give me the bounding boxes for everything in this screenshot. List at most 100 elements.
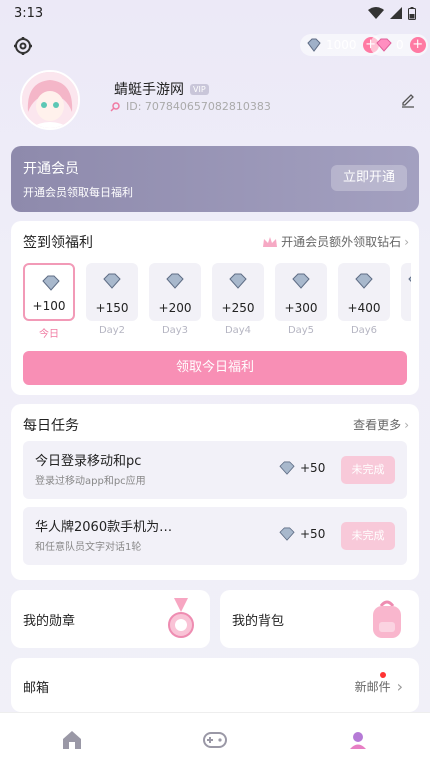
status-bar: 3:13 xyxy=(0,0,430,26)
chevron-right-icon: › xyxy=(404,234,409,249)
daily-tasks-card: 每日任务 查看更多 › 今日登录移动和pc 登录过移动app和pc应用 +50 … xyxy=(11,404,419,580)
user-id: ID: 707840657082810383 xyxy=(110,100,271,113)
vip-badge: VIP xyxy=(190,83,209,95)
medals-label: 我的勋章 xyxy=(23,614,76,629)
avatar-image xyxy=(22,72,78,128)
checkin-promo-text: 开通会员额外领取钻石 xyxy=(281,235,402,249)
bottom-tab-bar xyxy=(0,712,430,766)
checkin-day-1[interactable]: +100 今日 xyxy=(23,263,75,340)
tab-games[interactable] xyxy=(195,720,235,760)
add-gem-button[interactable]: + xyxy=(409,37,426,53)
task-title: 华人牌2060款手机为… xyxy=(35,520,173,535)
battery-icon xyxy=(408,6,416,20)
diamond-icon xyxy=(103,273,121,289)
diamond-balance[interactable]: 1000 + xyxy=(300,34,381,56)
checkin-day-label: Day4 xyxy=(224,325,252,336)
top-bar: 1000 + 0 + xyxy=(0,34,430,58)
diamond-icon xyxy=(292,273,310,289)
view-more-text: 查看更多 xyxy=(353,418,402,432)
checkin-day-label: Day3 xyxy=(161,325,189,336)
checkin-day-5[interactable]: +300 Day5 xyxy=(275,263,327,340)
wifi-icon xyxy=(368,7,384,19)
checkin-day-4[interactable]: +250 Day4 xyxy=(212,263,264,340)
user-id-text: ID: 707840657082810383 xyxy=(126,100,271,113)
profile-header: 蜻蜓手游网 VIP ID: 707840657082810383 xyxy=(20,70,420,132)
checkin-promo-link[interactable]: 开通会员额外领取钻石 › xyxy=(262,233,409,250)
checkin-day-label: Day6 xyxy=(350,325,378,336)
checkin-day-label: Day5 xyxy=(287,325,315,336)
task-subtitle: 登录过移动app和pc应用 xyxy=(35,476,146,487)
status-time: 3:13 xyxy=(14,5,44,21)
diamond-icon xyxy=(42,275,60,291)
task-subtitle: 和任意队员文字对话1轮 xyxy=(35,542,142,553)
view-more-link[interactable]: 查看更多 › xyxy=(353,416,409,433)
diamond-icon xyxy=(408,276,411,283)
medals-card[interactable]: 我的勋章 xyxy=(11,590,210,648)
task-title: 今日登录移动和pc xyxy=(35,454,142,469)
checkin-days: +100 今日 +150 Day2 +200 Day3 +250 Day4 +300 Da… xyxy=(23,263,411,340)
checkin-day-6[interactable]: +400 Day6 xyxy=(338,263,390,340)
edit-icon[interactable] xyxy=(400,92,416,108)
checkin-day-3[interactable]: +200 Day3 xyxy=(149,263,201,340)
task-reward-value: +50 xyxy=(300,461,326,475)
chevron-right-icon: › xyxy=(404,417,409,432)
backpack-label: 我的背包 xyxy=(232,614,285,629)
tasks-title: 每日任务 xyxy=(23,418,79,434)
checkin-day-2[interactable]: +150 Day2 xyxy=(86,263,138,340)
home-icon xyxy=(62,730,81,749)
mailbox-status-text: 新邮件 xyxy=(354,680,391,694)
diamond-icon xyxy=(279,461,295,475)
backpack-card[interactable]: 我的背包 xyxy=(220,590,419,648)
diamond-icon xyxy=(355,273,373,289)
pink-gem-icon xyxy=(376,38,392,52)
medal-icon xyxy=(168,598,194,638)
membership-subtitle: 开通会员领取每日福利 xyxy=(23,186,133,199)
checkin-card: 签到领福利 开通会员额外领取钻石 › +100 今日 +150 Day2 +200 D… xyxy=(11,221,419,395)
username: 蜻蜓手游网 VIP xyxy=(114,79,209,99)
diamond-icon xyxy=(229,273,247,289)
checkin-day-value: + xyxy=(401,301,411,315)
gem-balance[interactable]: 0 + xyxy=(370,34,428,56)
crown-icon xyxy=(263,236,278,247)
task-status-button[interactable]: 未完成 xyxy=(341,522,395,550)
avatar[interactable] xyxy=(20,70,80,130)
backpack-icon xyxy=(373,600,401,638)
checkin-day-value: +200 xyxy=(158,301,192,315)
checkin-day-value: +400 xyxy=(347,301,381,315)
diamond-icon xyxy=(307,38,321,52)
activate-membership-button[interactable]: 立即开通 xyxy=(331,165,407,191)
mailbox-row[interactable]: 邮箱 新邮件 › xyxy=(11,658,419,712)
mailbox-label: 邮箱 xyxy=(23,681,50,696)
checkin-day-value: +300 xyxy=(284,301,318,315)
task-reward: +50 xyxy=(278,527,325,541)
chevron-right-icon: › xyxy=(396,677,403,696)
task-item-1: 今日登录移动和pc 登录过移动app和pc应用 +50 未完成 xyxy=(23,441,407,499)
status-icons xyxy=(368,6,416,20)
signal-icon xyxy=(390,7,402,19)
profile-icon xyxy=(350,731,367,749)
checkin-day-value: +150 xyxy=(95,301,129,315)
membership-banner[interactable]: 开通会员 开通会员领取每日福利 立即开通 xyxy=(11,146,419,212)
checkin-title: 签到领福利 xyxy=(23,235,93,251)
claim-reward-button[interactable]: 领取今日福利 xyxy=(23,351,407,385)
diamond-count: 1000 xyxy=(326,38,357,52)
gamepad-icon xyxy=(202,731,227,748)
gear-icon[interactable] xyxy=(13,36,33,56)
membership-title: 开通会员 xyxy=(23,161,79,177)
task-reward-value: +50 xyxy=(300,527,326,541)
female-icon xyxy=(110,101,120,112)
checkin-day-7[interactable]: + xyxy=(401,263,411,340)
diamond-icon xyxy=(279,527,295,541)
diamond-icon xyxy=(166,273,184,289)
checkin-day-label: 今日 xyxy=(39,329,59,340)
tab-home[interactable] xyxy=(52,720,92,760)
task-status-button[interactable]: 未完成 xyxy=(341,456,395,484)
checkin-day-value: +100 xyxy=(32,299,66,313)
tab-profile[interactable] xyxy=(338,720,378,760)
checkin-day-label: Day2 xyxy=(98,325,126,336)
task-item-2: 华人牌2060款手机为… 和任意队员文字对话1轮 +50 未完成 xyxy=(23,507,407,565)
username-text: 蜻蜓手游网 xyxy=(114,82,184,98)
mailbox-status: 新邮件 › xyxy=(355,677,403,696)
task-reward: +50 xyxy=(278,461,325,475)
checkin-day-value: +250 xyxy=(221,301,255,315)
